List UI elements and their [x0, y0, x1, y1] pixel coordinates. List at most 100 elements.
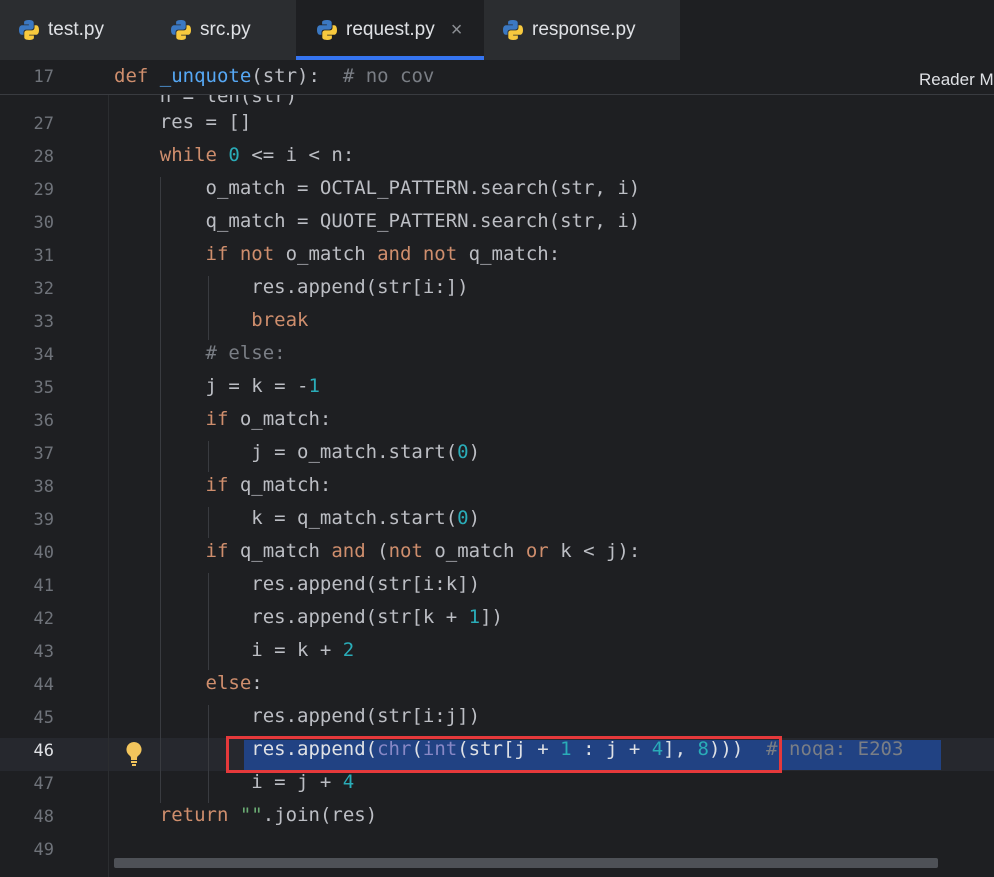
code-token: o_match — [422, 540, 526, 562]
line-number: 41 — [33, 576, 54, 596]
code-token: or — [525, 540, 549, 562]
code-line: if o_match: — [114, 408, 332, 430]
code-token: o_match = OCTAL_PATTERN.search(str, i) — [114, 177, 641, 199]
horizontal-scrollbar[interactable] — [114, 858, 938, 868]
code-token: while — [159, 144, 217, 166]
code-token: 0 — [457, 441, 469, 463]
python-icon — [317, 20, 337, 40]
code-line: while 0 <= i < n: — [114, 144, 355, 166]
code-token: res.append(str[i:j]) — [114, 705, 481, 727]
code-token: ) — [468, 441, 481, 463]
code-token: res = [] — [114, 111, 252, 133]
highlight-annotation-box — [226, 736, 782, 773]
code-line: q_match = QUOTE_PATTERN.search(str, i) — [114, 210, 641, 232]
python-icon — [503, 20, 523, 40]
active-tab-indicator — [296, 56, 484, 60]
line-number: 45 — [33, 708, 54, 728]
code-line: if q_match and (not o_match or k < j): — [114, 540, 641, 562]
editor-tab-bar: test.py src.py request.py × response.py — [0, 0, 994, 61]
tab-src-py[interactable]: src.py — [170, 0, 296, 60]
line-number: 43 — [33, 642, 54, 662]
code-token: <= i < n: — [239, 144, 355, 166]
code-token: not — [388, 540, 423, 562]
code-token: j = o_match.start( — [114, 441, 458, 463]
function-params: (str): — [251, 65, 320, 87]
line-number: 32 — [33, 279, 54, 299]
code-token: k = q_match.start( — [114, 507, 458, 529]
sticky-scope-header[interactable]: 17 def _unquote(str): # no cov Reader M — [0, 61, 994, 95]
code-token: return — [159, 804, 229, 826]
code-token: else — [205, 672, 252, 694]
code-line: res.append(str[i:j]) — [114, 705, 480, 727]
code-token: i = k + — [114, 639, 343, 661]
code-token: break — [251, 309, 309, 331]
tab-label: src.py — [200, 19, 251, 40]
line-number: 48 — [33, 807, 54, 827]
code-line: if q_match: — [114, 474, 332, 496]
code-token: res.append(str[k + — [114, 606, 469, 628]
code-token: 1 — [308, 375, 320, 397]
line-number: 34 — [33, 345, 54, 365]
tab-bar-empty — [680, 0, 994, 60]
code-token: 0 — [228, 144, 240, 166]
line-number: 40 — [33, 543, 54, 563]
code-token: 1 — [468, 606, 481, 628]
tab-response-py[interactable]: response.py — [502, 0, 680, 60]
code-line: i = k + 2 — [114, 639, 354, 661]
code-token: q_match = QUOTE_PATTERN.search(str, i) — [114, 210, 641, 232]
code-token: res.append(str[i:]) — [114, 276, 469, 298]
code-token: .join(res) — [262, 804, 378, 826]
code-line: # else: — [114, 342, 286, 364]
code-editor[interactable]: n = len(str) 27 res = [] 28 while 0 <= i … — [0, 61, 994, 877]
code-token: and not — [377, 243, 458, 265]
code-line: res = [] — [114, 111, 252, 133]
code-token: 2 — [342, 639, 355, 661]
code-token: res.append(str[i:k]) — [114, 573, 481, 595]
gutter-separator — [108, 61, 109, 877]
code-token: if — [205, 408, 229, 430]
line-number: 39 — [33, 510, 54, 530]
code-token: o_match — [274, 243, 378, 265]
line-number: 29 — [33, 180, 54, 200]
code-line: res.append(str[i:]) — [114, 276, 469, 298]
code-token: 0 — [457, 507, 469, 529]
close-icon[interactable]: × — [451, 19, 463, 42]
code-line: i = j + 4 — [114, 771, 354, 793]
code-token: q_match — [228, 540, 332, 562]
line-number: 30 — [33, 213, 54, 233]
line-number: 42 — [33, 609, 54, 629]
code-token: ]) — [480, 606, 503, 628]
code-line: o_match = OCTAL_PATTERN.search(str, i) — [114, 177, 641, 199]
code-token: : — [251, 672, 263, 694]
tab-label: test.py — [48, 19, 104, 40]
line-number: 37 — [33, 444, 54, 464]
code-line: break — [114, 309, 308, 331]
code-line: k = q_match.start(0) — [114, 507, 480, 529]
code-token: i = j + — [114, 771, 343, 793]
reader-mode-toggle[interactable]: Reader M — [919, 70, 994, 90]
code-line: if not o_match and not q_match: — [114, 243, 561, 265]
code-token: ) — [468, 507, 481, 529]
code-line: else: — [114, 672, 263, 694]
tab-test-py[interactable]: test.py — [18, 0, 168, 60]
line-number: 46 — [33, 741, 54, 761]
function-name: _unquote — [159, 65, 252, 87]
code-token: j = k = - — [114, 375, 309, 397]
tab-label: request.py — [346, 19, 435, 40]
code-token: and — [331, 540, 366, 562]
code-token: k < j): — [548, 540, 641, 562]
python-icon — [171, 20, 191, 40]
tab-request-py[interactable]: request.py × — [296, 0, 484, 60]
code-token: # else: — [205, 342, 286, 364]
lightbulb-icon[interactable] — [124, 741, 144, 767]
code-token: o_match: — [228, 408, 332, 430]
line-number: 28 — [33, 147, 54, 167]
